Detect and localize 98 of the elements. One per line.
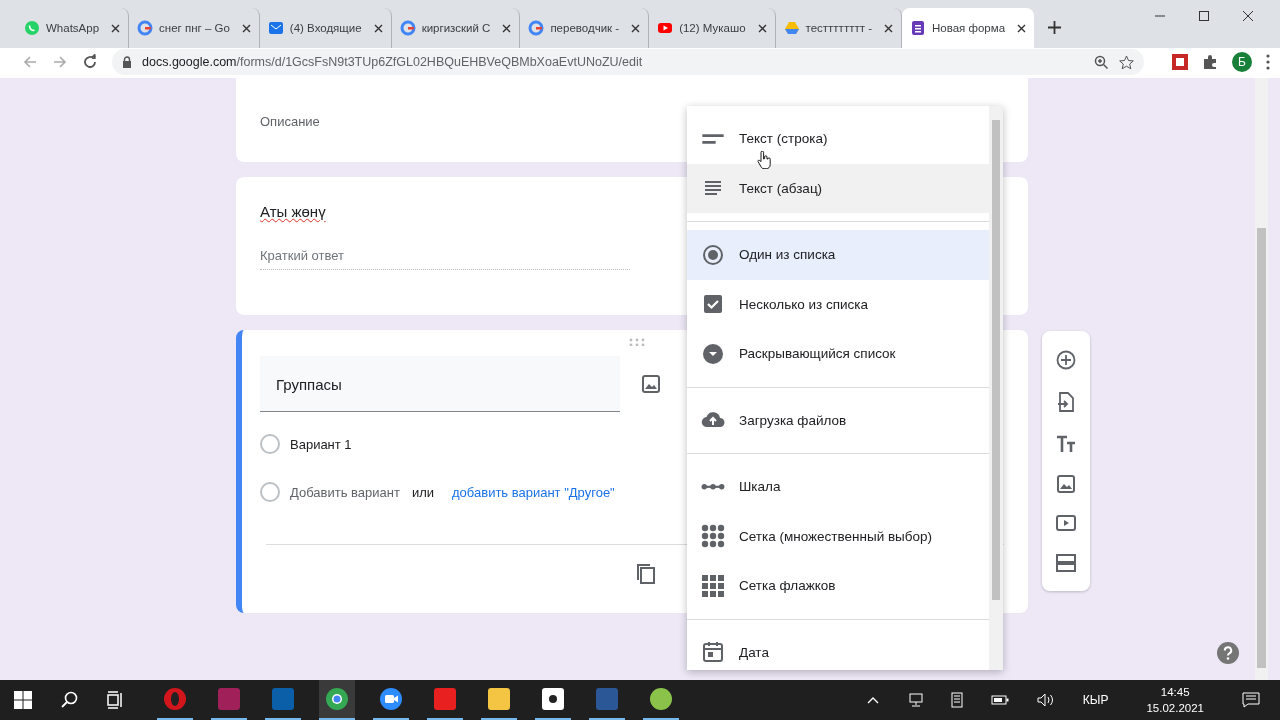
close-icon[interactable] xyxy=(1242,10,1254,22)
puzzle-icon[interactable] xyxy=(1202,54,1218,70)
tablet-icon[interactable] xyxy=(950,692,963,708)
clock[interactable]: 14:45 15.02.2021 xyxy=(1146,684,1204,716)
close-icon[interactable] xyxy=(241,23,251,33)
favicon-icon xyxy=(399,20,416,36)
app-icon xyxy=(271,687,295,711)
browser-tab[interactable]: снег пнг – Go xyxy=(129,8,260,48)
grid-type-icon xyxy=(701,524,725,549)
section-icon[interactable] xyxy=(1056,553,1076,572)
question-title-field[interactable]: Группасы xyxy=(260,356,620,412)
image-icon[interactable] xyxy=(642,375,660,393)
browser-tab[interactable]: переводчик - xyxy=(520,8,650,48)
battery-icon[interactable] xyxy=(990,695,1009,705)
new-tab-icon[interactable] xyxy=(1048,21,1062,34)
lock-icon xyxy=(122,56,132,68)
dropdown-type-icon xyxy=(701,341,725,366)
checkgrid-type-icon xyxy=(701,573,725,598)
question-title[interactable]: Аты жөнү xyxy=(260,203,326,220)
radio-type-icon xyxy=(701,242,725,267)
menu-item[interactable]: Несколько из списка xyxy=(687,279,989,329)
close-icon[interactable] xyxy=(1017,23,1027,33)
menu-item[interactable]: Текст (абзац) xyxy=(687,163,989,213)
task-view-icon[interactable] xyxy=(106,691,124,709)
star-icon[interactable] xyxy=(1119,54,1134,70)
zoom-icon[interactable] xyxy=(1094,54,1109,70)
favicon-icon xyxy=(657,20,674,36)
or-text: или xyxy=(411,484,435,500)
add-other-link[interactable]: добавить вариант "Другое" xyxy=(452,484,615,500)
app-icon xyxy=(325,687,349,711)
language-indicator[interactable]: КЫР xyxy=(1082,693,1109,707)
url-text: docs.google.com/forms/d/1GcsFsN9t3TUp6ZfGL02HBQuEHBVeQBMbXoaEvtUNoZU/edit xyxy=(142,55,643,69)
browser-tab[interactable]: (4) Входящие xyxy=(259,8,392,48)
close-icon[interactable] xyxy=(502,23,512,33)
close-icon[interactable] xyxy=(884,23,893,33)
app-icon xyxy=(433,687,457,711)
app-icon xyxy=(163,687,187,711)
profile-avatar[interactable]: Б xyxy=(1232,52,1252,72)
favicon-icon xyxy=(137,20,154,36)
short-type-icon xyxy=(701,132,725,145)
add-option-link[interactable]: Добавить вариант xyxy=(290,484,400,500)
scrollbar[interactable] xyxy=(989,106,1003,670)
menu-item[interactable]: Один из списка xyxy=(687,230,989,280)
browser-tab[interactable]: тестттттттт - xyxy=(775,8,902,48)
taskbar-app[interactable] xyxy=(319,680,355,720)
image-icon[interactable] xyxy=(1057,475,1075,494)
app-icon xyxy=(595,687,619,711)
maximize-icon[interactable] xyxy=(1198,10,1210,22)
browser-tab[interactable]: (12) Мукашо xyxy=(649,8,776,48)
close-icon[interactable] xyxy=(757,23,767,33)
menu-item[interactable]: Сетка флажков xyxy=(687,561,989,611)
close-icon[interactable] xyxy=(111,23,121,33)
add-icon[interactable] xyxy=(1056,350,1076,371)
scrollbar[interactable] xyxy=(1255,78,1268,680)
browser-tab[interactable]: WhatsApp xyxy=(16,8,130,48)
notifications-icon[interactable] xyxy=(1242,692,1260,708)
scale-type-icon xyxy=(701,482,725,491)
radio-button[interactable] xyxy=(260,434,280,454)
search-icon[interactable] xyxy=(60,691,78,709)
description-field[interactable]: Описание xyxy=(260,114,320,129)
import-icon[interactable] xyxy=(1057,392,1075,413)
hand-cursor-icon xyxy=(757,151,771,169)
favicon-icon xyxy=(910,20,926,36)
option-label[interactable]: Вариант 1 xyxy=(290,436,352,452)
close-icon[interactable] xyxy=(373,23,383,33)
network-icon[interactable] xyxy=(906,693,923,707)
address-bar[interactable]: docs.google.com/forms/d/1GcsFsN9t3TUp6ZfGL02HBQuEHBVeQBMbXoaEvtUNoZU/edit xyxy=(112,49,1144,75)
menu-item[interactable]: Раскрывающийся список xyxy=(687,329,989,379)
menu-item[interactable]: Загрузка файлов xyxy=(687,395,989,445)
favicon-icon xyxy=(783,20,800,36)
menu-item[interactable]: Сетка (множественный выбор) xyxy=(687,511,989,561)
short-answer-field: Краткий ответ xyxy=(260,248,630,270)
app-icon xyxy=(649,687,673,711)
title-icon[interactable] xyxy=(1056,434,1076,453)
app-icon xyxy=(541,687,565,711)
windows-icon[interactable] xyxy=(14,691,32,709)
help-icon[interactable] xyxy=(1217,642,1239,664)
browser-tab[interactable]: Новая форма xyxy=(902,8,1035,48)
app-icon xyxy=(487,687,511,711)
favicon-icon xyxy=(267,20,284,36)
chevron-up-icon[interactable] xyxy=(866,696,879,704)
volume-icon[interactable] xyxy=(1036,693,1055,707)
app-icon xyxy=(217,687,241,711)
reload-icon[interactable] xyxy=(82,54,98,70)
date-type-icon xyxy=(701,640,725,665)
extension-icon[interactable] xyxy=(1172,54,1188,70)
app-icon xyxy=(379,687,403,711)
favicon-icon xyxy=(24,20,40,36)
menu-item[interactable]: Шкала xyxy=(687,462,989,512)
copy-icon[interactable] xyxy=(636,563,656,585)
close-icon[interactable] xyxy=(631,23,641,33)
favicon-icon xyxy=(528,20,545,36)
video-icon[interactable] xyxy=(1056,515,1076,532)
menu-item[interactable]: Дата xyxy=(687,627,989,670)
drag-handle-icon[interactable] xyxy=(629,338,645,346)
menu-icon[interactable] xyxy=(1266,54,1270,70)
browser-tab[interactable]: киргизский С xyxy=(391,8,521,48)
menu-item[interactable]: Текст (строка) xyxy=(687,114,989,164)
